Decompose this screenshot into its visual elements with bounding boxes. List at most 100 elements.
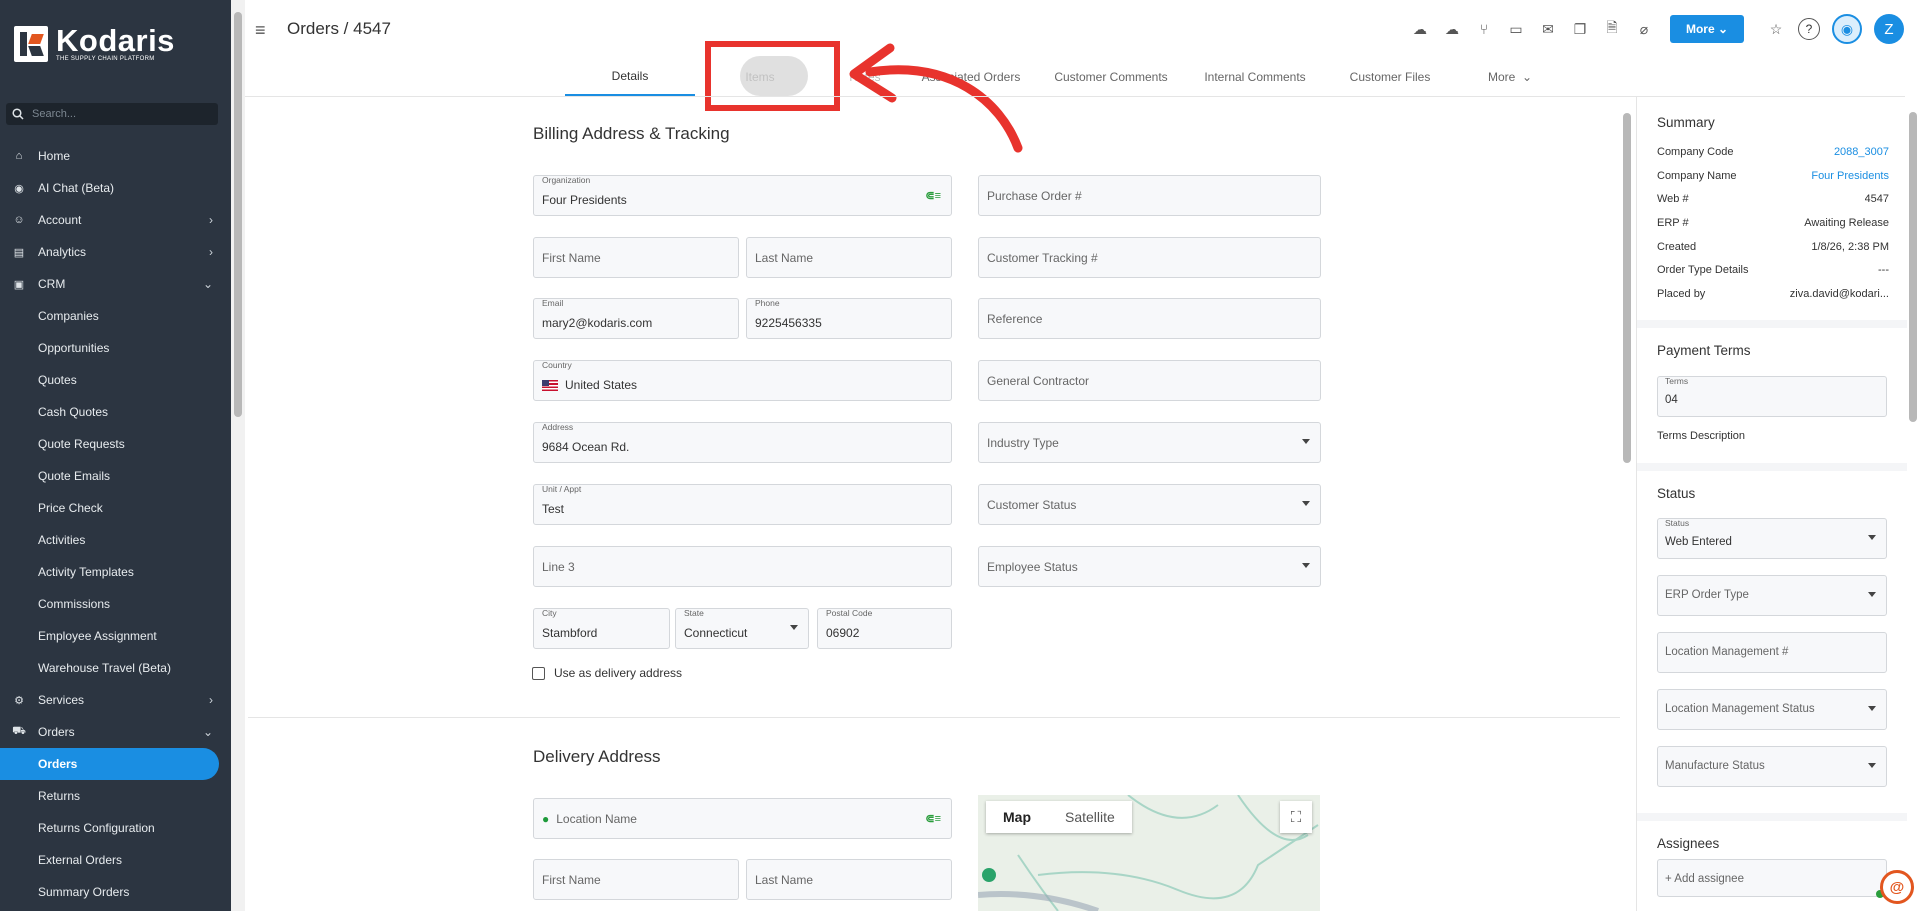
- employee-status-select[interactable]: Employee Status: [978, 546, 1321, 587]
- address-field[interactable]: Address 9684 Ocean Rd.: [533, 422, 952, 463]
- delivery-first-name-field[interactable]: First Name: [533, 859, 739, 900]
- split-icon[interactable]: ⑂: [1468, 21, 1500, 37]
- cloud-sync-icon[interactable]: ☁: [1436, 21, 1468, 38]
- menu-icon[interactable]: ≡: [255, 20, 266, 41]
- sidebar-item-warehouse-travel[interactable]: Warehouse Travel (Beta): [0, 652, 231, 684]
- billing-first-name-field[interactable]: First Name: [533, 237, 739, 278]
- location-name-field[interactable]: ● Location Name ⋐≡: [533, 798, 952, 839]
- sidebar-item-price-check[interactable]: Price Check: [0, 492, 231, 524]
- industry-type-select[interactable]: Industry Type: [978, 422, 1321, 463]
- tab-details[interactable]: Details: [565, 58, 695, 96]
- cloud-upload-icon[interactable]: ☁: [1404, 21, 1436, 38]
- field-label: Postal Code: [826, 608, 873, 618]
- fullscreen-icon[interactable]: ⛶: [1280, 801, 1312, 833]
- add-assignee-field[interactable]: + Add assignee: [1657, 859, 1887, 897]
- tab-more[interactable]: More ⌄: [1455, 58, 1565, 96]
- copy-icon[interactable]: ❐: [1564, 21, 1596, 38]
- terms-field[interactable]: Terms 04: [1657, 376, 1887, 417]
- sidebar-item-returns[interactable]: Returns: [0, 780, 231, 812]
- state-select[interactable]: State Connecticut: [675, 608, 809, 649]
- checkbox-box[interactable]: [532, 666, 545, 680]
- sidebar-item-companies[interactable]: Companies: [0, 300, 231, 332]
- sidebar-item-summary-orders[interactable]: Summary Orders: [0, 876, 231, 908]
- brand-name: Kodaris: [56, 23, 175, 58]
- main-scrollbar[interactable]: [1620, 97, 1634, 911]
- billing-last-name-field[interactable]: Last Name: [746, 237, 952, 278]
- kodaris-logo[interactable]: Kodaris THE SUPPLY CHAIN PLATFORM: [14, 23, 175, 62]
- sidebar-item-opportunities[interactable]: Opportunities: [0, 332, 231, 364]
- avatar[interactable]: Z: [1874, 14, 1904, 44]
- status-select[interactable]: Status Web Entered: [1657, 518, 1887, 559]
- sidebar-item-label: Orders: [38, 757, 78, 771]
- customer-status-select[interactable]: Customer Status: [978, 484, 1321, 525]
- reference-field[interactable]: Reference: [978, 298, 1321, 339]
- tab-customer-files[interactable]: Customer Files: [1325, 58, 1455, 96]
- sidebar-item-activity-templates[interactable]: Activity Templates: [0, 556, 231, 588]
- email-field[interactable]: Email mary2@kodaris.com: [533, 298, 739, 339]
- country-field[interactable]: Country United States: [533, 360, 952, 401]
- phone-field[interactable]: Phone 9225456335: [746, 298, 952, 339]
- purchase-order-field[interactable]: Purchase Order #: [978, 175, 1321, 216]
- checkbox-label: Use as delivery address: [554, 666, 683, 680]
- sidebar-item-services[interactable]: ⚙ Services ›: [0, 684, 231, 716]
- sidebar-item-commissions[interactable]: Commissions: [0, 588, 231, 620]
- home-icon: ⌂: [15, 150, 23, 162]
- credit-card-icon[interactable]: ▭: [1500, 21, 1532, 38]
- summary-title: Summary: [1657, 115, 1715, 130]
- scrollbar-thumb[interactable]: [234, 12, 242, 417]
- sidebar-item-ai-chat[interactable]: ◉ AI Chat (Beta): [0, 172, 231, 204]
- postal-code-field[interactable]: Postal Code 06902: [817, 608, 952, 649]
- tab-customer-comments[interactable]: Customer Comments: [1037, 58, 1185, 96]
- field-placeholder: + Add assignee: [1665, 873, 1744, 885]
- sidebar-item-quotes[interactable]: Quotes: [0, 364, 231, 396]
- sidebar-item-quote-requests[interactable]: Quote Requests: [0, 428, 231, 460]
- delivery-last-name-field[interactable]: Last Name: [746, 859, 952, 900]
- sidebar-item-analytics[interactable]: ▤ Analytics ›: [0, 236, 231, 268]
- sidebar-item-quote-emails[interactable]: Quote Emails: [0, 460, 231, 492]
- sidebar-item-orders[interactable]: Orders: [0, 748, 219, 780]
- customer-tracking-field[interactable]: Customer Tracking #: [978, 237, 1321, 278]
- company-code-link[interactable]: 2088_3007: [1834, 146, 1889, 158]
- sidebar-item-crm[interactable]: ▣ CRM ⌄: [0, 268, 231, 300]
- mail-icon[interactable]: ✉: [1532, 21, 1564, 38]
- tab-internal-comments[interactable]: Internal Comments: [1185, 58, 1325, 96]
- sidebar-item-external-orders[interactable]: External Orders: [0, 844, 231, 876]
- use-as-delivery-checkbox[interactable]: Use as delivery address: [532, 666, 682, 680]
- scrollbar-thumb[interactable]: [1623, 113, 1631, 463]
- map-tab[interactable]: Map: [986, 801, 1048, 833]
- lookup-icon[interactable]: ⋐≡: [925, 812, 941, 825]
- ai-assistant-icon[interactable]: ◉: [1832, 14, 1862, 44]
- manufacture-status-select[interactable]: Manufacture Status: [1657, 746, 1887, 787]
- star-icon[interactable]: ☆: [1760, 21, 1792, 38]
- file-add-icon[interactable]: 🗎: [1596, 17, 1628, 41]
- search-placeholder: Search...: [32, 108, 77, 120]
- more-button[interactable]: More ⌄: [1670, 15, 1744, 43]
- satellite-tab[interactable]: Satellite: [1048, 801, 1132, 833]
- scrollbar-thumb[interactable]: [1909, 112, 1917, 422]
- sidebar-item-employee-assignment[interactable]: Employee Assignment: [0, 620, 231, 652]
- sidebar-scrollbar[interactable]: [231, 0, 245, 911]
- location-management-field[interactable]: Location Management #: [1657, 632, 1887, 673]
- lookup-icon[interactable]: ⋐≡: [925, 189, 941, 202]
- attachment-icon[interactable]: ⌀: [1628, 21, 1660, 38]
- company-name-link[interactable]: Four Presidents: [1811, 170, 1889, 182]
- sidebar-item-activities[interactable]: Activities: [0, 524, 231, 556]
- city-field[interactable]: City Stambford: [533, 608, 670, 649]
- sidebar-item-account[interactable]: ☺ Account ›: [0, 204, 231, 236]
- chat-support-icon[interactable]: @: [1880, 870, 1914, 904]
- sidebar-search-input[interactable]: Search...: [6, 103, 218, 125]
- sidebar-item-home[interactable]: ⌂ Home: [0, 140, 231, 172]
- unit-field[interactable]: Unit / Appt Test: [533, 484, 952, 525]
- organization-field[interactable]: Organization Four Presidents ⋐≡: [533, 175, 952, 216]
- right-panel-scrollbar[interactable]: [1906, 97, 1920, 911]
- sidebar-item-orders-group[interactable]: ⛟ Orders ⌄: [0, 716, 231, 748]
- location-management-status-select[interactable]: Location Management Status: [1657, 689, 1887, 730]
- help-icon[interactable]: ?: [1798, 18, 1820, 40]
- sidebar-item-cash-quotes[interactable]: Cash Quotes: [0, 396, 231, 428]
- line3-field[interactable]: Line 3: [533, 546, 952, 587]
- general-contractor-field[interactable]: General Contractor: [978, 360, 1321, 401]
- erp-order-type-select[interactable]: ERP Order Type: [1657, 575, 1887, 616]
- sidebar-item-returns-configuration[interactable]: Returns Configuration: [0, 812, 231, 844]
- map-view[interactable]: Map Satellite ⛶: [978, 795, 1320, 911]
- id-card-icon: ▣: [13, 278, 25, 291]
